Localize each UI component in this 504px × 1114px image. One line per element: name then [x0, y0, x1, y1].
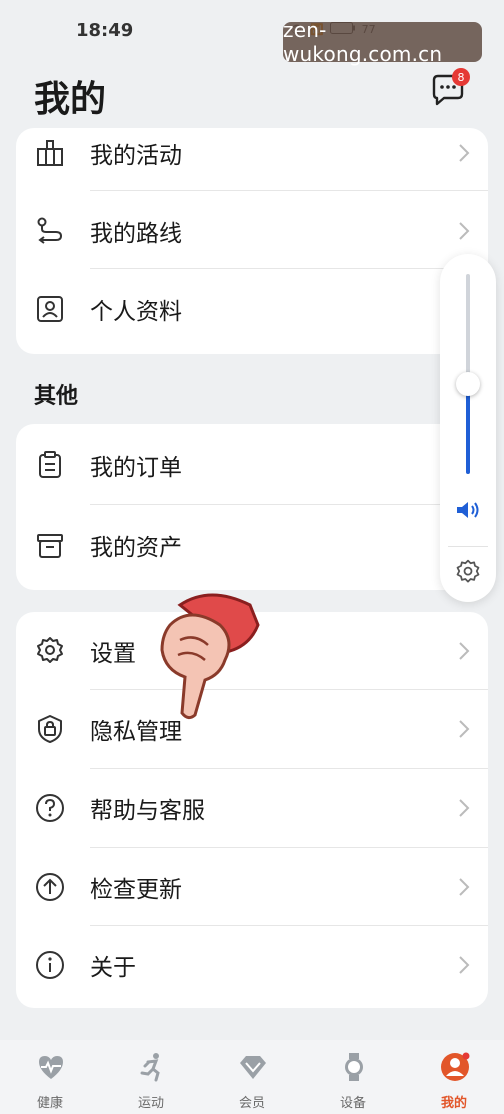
menu-item-label: 设置	[90, 641, 136, 667]
menu-item-label: 我的资产	[90, 535, 182, 561]
tab-devices[interactable]: 设备	[303, 1040, 403, 1114]
menu-item-label: 我的活动	[90, 143, 182, 169]
menu-item-label: 我的路线	[90, 221, 182, 247]
tab-health[interactable]: 健康	[0, 1040, 100, 1114]
volume-fill	[466, 384, 470, 474]
chevron-right-icon	[459, 720, 470, 738]
chevron-right-icon	[459, 144, 470, 162]
speaker-icon[interactable]	[455, 500, 481, 520]
my-items-card: 我的活动 我的路线 个人资料	[16, 128, 488, 354]
pointing-hand-icon	[160, 593, 260, 720]
me-icon	[441, 1052, 470, 1081]
tab-membership[interactable]: 会员	[202, 1040, 302, 1114]
tab-exercise[interactable]: 运动	[101, 1040, 201, 1114]
tab-label: 会员	[238, 1096, 265, 1111]
other-card: 我的订单 我的资产	[16, 424, 488, 590]
gear-icon	[37, 637, 63, 663]
lock-icon	[38, 715, 62, 743]
assets-icon	[37, 534, 63, 558]
chevron-right-icon	[459, 878, 470, 896]
chevron-right-icon	[459, 642, 470, 660]
diamond-icon	[240, 1056, 266, 1079]
volume-panel	[440, 254, 496, 602]
menu-item-label: 个人资料	[90, 299, 182, 325]
chevron-right-icon	[459, 799, 470, 817]
bottom-tab-bar: 健康 运动 会员 设备 我的	[0, 1040, 504, 1114]
tab-label: 我的	[440, 1096, 467, 1111]
divider	[448, 546, 488, 547]
menu-item-label: 帮助与客服	[90, 798, 205, 824]
orders-icon	[39, 451, 61, 478]
running-icon	[140, 1053, 160, 1082]
menu-item-profile[interactable]: 个人资料	[16, 270, 488, 348]
menu-item-label: 关于	[90, 955, 136, 981]
divider	[90, 190, 488, 191]
menu-item-label: 检查更新	[90, 877, 182, 903]
route-icon	[37, 217, 63, 244]
menu-item-help[interactable]: 帮助与客服	[16, 769, 488, 847]
menu-item-label: 我的订单	[90, 455, 182, 481]
update-icon	[36, 873, 64, 901]
message-badge: 8	[452, 68, 470, 86]
activity-icon	[37, 140, 63, 166]
menu-item-my-activities[interactable]: 我的活动	[16, 114, 488, 192]
menu-item-about[interactable]: 关于	[16, 926, 488, 1004]
watch-icon	[345, 1053, 363, 1081]
chevron-right-icon	[459, 222, 470, 240]
profile-icon	[37, 296, 63, 322]
menu-item-my-orders[interactable]: 我的订单	[16, 426, 488, 504]
status-time: 18:49	[76, 20, 134, 41]
heart-icon	[39, 1056, 63, 1079]
menu-item-check-update[interactable]: 检查更新	[16, 848, 488, 926]
tab-me[interactable]: 我的	[404, 1040, 504, 1114]
menu-item-my-routes[interactable]: 我的路线	[16, 192, 488, 270]
info-icon	[36, 951, 64, 979]
divider	[90, 504, 488, 505]
help-icon	[36, 794, 64, 822]
tab-label: 设备	[339, 1096, 366, 1111]
menu-item-my-assets[interactable]: 我的资产	[16, 506, 488, 584]
chevron-right-icon	[459, 956, 470, 974]
watermark: zen-wukong.com.cn	[283, 18, 482, 66]
tab-label: 运动	[137, 1096, 164, 1111]
volume-settings-gear-icon[interactable]	[454, 558, 482, 586]
volume-thumb[interactable]	[456, 372, 480, 396]
divider	[90, 268, 488, 269]
tab-label: 健康	[36, 1096, 63, 1111]
section-title-other: 其他	[34, 384, 79, 409]
